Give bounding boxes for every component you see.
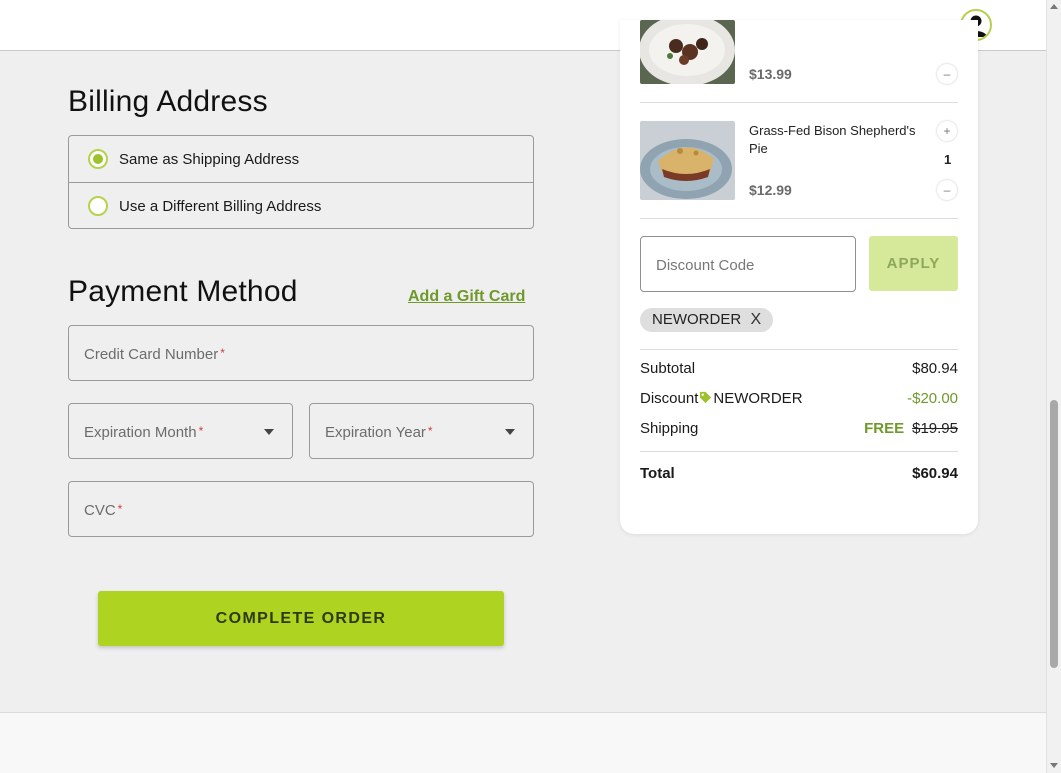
cvc-field[interactable]: CVC * bbox=[68, 481, 534, 537]
discount-row: Discount NEWORDER -$20.00 bbox=[640, 390, 958, 407]
subtotal-label: Subtotal bbox=[640, 360, 696, 377]
item-price: $13.99 bbox=[749, 66, 792, 82]
decrease-quantity-button[interactable]: – bbox=[937, 180, 957, 200]
billing-address-options: Same as Shipping Address Use a Different… bbox=[68, 135, 534, 229]
scroll-down-arrow-icon[interactable] bbox=[1050, 763, 1058, 768]
shipping-original-price: $19.95 bbox=[912, 420, 958, 437]
expiration-year-select[interactable]: Expiration Year * bbox=[309, 403, 534, 459]
shipping-label: Shipping bbox=[640, 420, 699, 437]
field-label: Expiration Year * bbox=[325, 424, 433, 441]
shipping-free-label: FREE bbox=[864, 420, 905, 437]
total-row: Total $60.94 bbox=[640, 465, 958, 482]
discount-code-placeholder: Discount Code bbox=[656, 257, 755, 274]
subtotal-value: $80.94 bbox=[912, 360, 958, 377]
item-price: $12.99 bbox=[749, 182, 792, 198]
field-label: Expiration Month * bbox=[84, 424, 204, 441]
divider bbox=[640, 102, 958, 103]
billing-address-title: Billing Address bbox=[68, 85, 268, 118]
discount-code-label: NEWORDER bbox=[713, 390, 803, 407]
tag-icon bbox=[700, 391, 712, 404]
apply-discount-button[interactable]: APPLY bbox=[869, 236, 958, 291]
subtotal-row: Subtotal $80.94 bbox=[640, 360, 958, 377]
increase-quantity-button[interactable]: + bbox=[937, 121, 957, 141]
radio-different-billing[interactable]: Use a Different Billing Address bbox=[69, 182, 533, 228]
total-label: Total bbox=[640, 465, 675, 482]
product-image bbox=[640, 121, 735, 200]
scrollbar-thumb[interactable] bbox=[1050, 400, 1058, 668]
remove-discount-button[interactable]: X bbox=[751, 308, 762, 332]
discount-value: -$20.00 bbox=[907, 390, 958, 407]
item-name: Grass-Fed Bison Shepherd's Pie bbox=[749, 123, 916, 156]
add-gift-card-link[interactable]: Add a Gift Card bbox=[408, 288, 525, 306]
dropdown-caret-icon bbox=[505, 429, 515, 435]
shipping-row: Shipping FREE $19.95 bbox=[640, 420, 958, 437]
radio-label: Use a Different Billing Address bbox=[119, 198, 322, 215]
discount-code-input[interactable]: Discount Code bbox=[640, 236, 856, 292]
divider bbox=[640, 218, 958, 219]
credit-card-number-field[interactable]: Credit Card Number * bbox=[68, 325, 534, 381]
item-quantity: 1 bbox=[944, 152, 952, 167]
radio-unselected-icon[interactable] bbox=[88, 196, 108, 216]
discount-label: Discount bbox=[640, 390, 699, 407]
page-footer bbox=[0, 712, 1046, 773]
complete-order-button[interactable]: COMPLETE ORDER bbox=[98, 591, 504, 646]
total-value: $60.94 bbox=[912, 465, 958, 482]
decrease-quantity-button[interactable]: – bbox=[937, 64, 957, 84]
dropdown-caret-icon bbox=[264, 429, 274, 435]
field-label: Credit Card Number * bbox=[84, 346, 225, 363]
field-label: CVC * bbox=[84, 502, 123, 519]
page-scrollbar[interactable] bbox=[1046, 0, 1061, 773]
divider bbox=[640, 451, 958, 452]
payment-method-title: Payment Method bbox=[68, 275, 298, 308]
product-image bbox=[640, 20, 735, 84]
scroll-up-arrow-icon[interactable] bbox=[1050, 4, 1058, 9]
radio-same-as-shipping[interactable]: Same as Shipping Address bbox=[69, 136, 533, 182]
applied-discount-chip: NEWORDER X bbox=[640, 308, 774, 332]
expiration-month-select[interactable]: Expiration Month * bbox=[68, 403, 293, 459]
applied-discount-code: NEWORDER bbox=[652, 311, 742, 328]
radio-label: Same as Shipping Address bbox=[119, 151, 300, 168]
divider bbox=[640, 349, 958, 350]
radio-selected-icon[interactable] bbox=[88, 149, 108, 169]
